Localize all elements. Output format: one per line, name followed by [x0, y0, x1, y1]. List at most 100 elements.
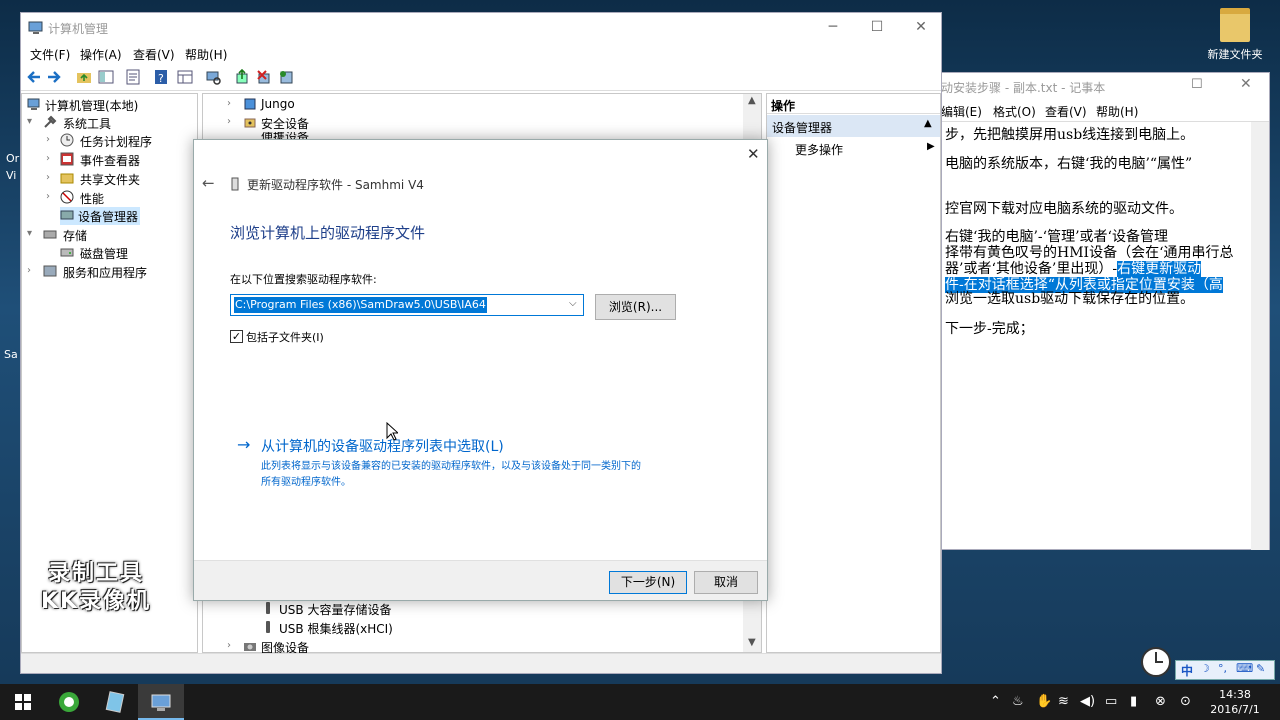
expand-icon[interactable]: › [46, 134, 50, 145]
forward-icon[interactable] [46, 69, 62, 85]
update-driver-icon[interactable] [234, 69, 250, 85]
notepad-scrollbar[interactable] [1251, 122, 1269, 550]
enable-device-icon[interactable] [278, 69, 294, 85]
device-category-jungo[interactable]: › Jungo [227, 96, 427, 114]
notepad-window[interactable]: 动安装步骤 - 副本.txt - 记事本 ☐ ✕ 编辑(E) 格式(O) 查看(… [940, 72, 1270, 550]
search-icon[interactable]: ⊙ [1180, 684, 1191, 720]
volume-icon[interactable]: ◀) [1080, 684, 1095, 720]
taskbar-app-computer-management[interactable] [138, 684, 184, 720]
actions-section-device-manager[interactable]: 设备管理器 ▲ [767, 115, 940, 137]
notepad-menu-format[interactable]: 格式(O) [993, 103, 1036, 120]
driver-path-value: C:\Program Files (x86)\SamDraw5.0\USB\IA… [234, 297, 487, 313]
clock-widget-icon[interactable] [1140, 646, 1172, 678]
menu-file[interactable]: 文件(F) [30, 46, 70, 63]
show-hide-tree-icon[interactable] [98, 69, 114, 85]
device-label: USB 根集线器(xHCI) [279, 622, 393, 636]
include-subfolders-checkbox[interactable]: ✓ [230, 330, 243, 343]
ime-toolbar[interactable]: 中 ☽ °, ⌨ ✎ [1175, 660, 1275, 680]
tree-label: 存储 [63, 229, 88, 243]
notepad-close-icon[interactable]: ✕ [1240, 76, 1252, 92]
ime-lang[interactable]: 中 [1181, 662, 1193, 679]
tree-item-services-apps[interactable]: › 服务和应用程序 [27, 263, 195, 281]
folder-icon [1220, 8, 1250, 42]
back-icon[interactable] [26, 69, 42, 85]
title-bar[interactable]: 计算机管理 ─ ☐ ✕ [21, 13, 941, 43]
scroll-down-icon[interactable]: ▼ [748, 637, 756, 648]
tray-app-icon[interactable]: ✋ [1036, 684, 1052, 720]
svg-text:?: ? [158, 72, 164, 85]
taskbar-clock[interactable]: 14:38 2016/7/1 [1200, 684, 1270, 720]
expand-icon[interactable]: › [227, 640, 231, 651]
tree-item-storage[interactable]: ▾ 存储 [27, 226, 195, 244]
browse-button[interactable]: 浏览(R)... [595, 294, 676, 320]
update-driver-dialog[interactable]: ✕ ← 更新驱动程序软件 - Samhmi V4 浏览计算机上的驱动程序文件 在… [193, 139, 768, 601]
properties-icon[interactable] [125, 69, 141, 85]
expand-icon[interactable]: › [46, 191, 50, 202]
notepad-maximize-icon[interactable]: ☐ [1191, 77, 1203, 92]
notepad-menu-edit[interactable]: 编辑(E) [941, 103, 982, 120]
tree-item-disk-management[interactable]: 磁盘管理 [60, 244, 190, 262]
notepad-menu-help[interactable]: 帮助(H) [1096, 103, 1138, 120]
taskbar-app-notepad[interactable] [92, 684, 138, 720]
collapse-icon[interactable]: ▲ [924, 118, 932, 129]
notepad-menu-view[interactable]: 查看(V) [1045, 103, 1087, 120]
menu-view[interactable]: 查看(V) [133, 46, 175, 63]
chevron-down-icon[interactable]: ⌵ [569, 298, 577, 309]
device-usb-mass-storage[interactable]: USB 大容量存储设备 [261, 600, 461, 618]
uninstall-device-icon[interactable] [256, 69, 272, 85]
keyboard-icon[interactable]: ⌨ [1236, 661, 1253, 675]
back-arrow-icon[interactable]: ← [202, 174, 215, 192]
expand-icon[interactable]: ▾ [27, 228, 32, 239]
scroll-up-icon[interactable]: ▲ [748, 95, 756, 106]
message-icon[interactable]: ▭ [1105, 684, 1117, 720]
menu-help[interactable]: 帮助(H) [185, 46, 227, 63]
tree-item-task-scheduler[interactable]: › 任务计划程序 [46, 132, 196, 150]
minimize-icon[interactable]: ─ [811, 13, 855, 41]
maximize-icon[interactable]: ☐ [855, 13, 899, 41]
tray-close-icon[interactable]: ⊗ [1155, 684, 1166, 720]
desktop-fragment: Vi [6, 169, 17, 182]
punctuation-icon[interactable]: °, [1218, 662, 1227, 675]
chevron-up-icon[interactable]: ⌃ [990, 684, 1001, 720]
tree-item-shared-folders[interactable]: › 共享文件夹 [46, 170, 196, 188]
desktop-icon-new-folder[interactable]: 新建文件夹 [1200, 8, 1270, 62]
expand-icon[interactable]: › [46, 153, 50, 164]
device-usb-root-hub[interactable]: USB 根集线器(xHCI) [261, 619, 461, 637]
expand-icon[interactable]: › [227, 116, 231, 127]
notepad-text-area[interactable]: 步，先把触摸屏用usb线连接到电脑上。 电脑的系统版本，右键‘我的电脑’“属性”… [941, 122, 1249, 550]
security-device-icon [244, 118, 256, 128]
taskbar-app-browser[interactable] [46, 684, 92, 720]
tree-item-event-viewer[interactable]: › 事件查看器 [46, 151, 196, 169]
expand-icon[interactable]: › [27, 265, 31, 276]
device-category-security[interactable]: › 安全设备 [227, 114, 427, 132]
scan-hardware-icon[interactable] [205, 69, 221, 85]
up-folder-icon[interactable] [76, 69, 92, 85]
wifi-icon[interactable]: ≋ [1058, 684, 1069, 720]
menu-action[interactable]: 操作(A) [80, 46, 122, 63]
tray-app-icon[interactable]: ♨ [1012, 684, 1024, 720]
expand-icon[interactable]: ▾ [27, 116, 32, 127]
tree-item-performance[interactable]: › 性能 [46, 189, 196, 207]
battery-icon[interactable]: ▮ [1130, 684, 1137, 720]
driver-path-combobox[interactable]: C:\Program Files (x86)\SamDraw5.0\USB\IA… [230, 294, 584, 316]
window-title: 计算机管理 [48, 22, 109, 36]
moon-icon[interactable]: ☽ [1200, 662, 1210, 675]
close-icon[interactable]: ✕ [899, 13, 943, 41]
desktop-fragment: Or [6, 152, 20, 165]
cancel-button[interactable]: 取消 [694, 571, 758, 594]
view-icon[interactable] [177, 69, 193, 85]
expand-icon[interactable]: › [46, 172, 50, 183]
tree-item-device-manager[interactable]: 设备管理器 [60, 207, 140, 225]
start-button[interactable] [0, 684, 46, 720]
settings-icon[interactable]: ✎ [1256, 662, 1265, 675]
action-center-icon[interactable] [1262, 688, 1278, 716]
expand-icon[interactable]: › [227, 98, 231, 109]
tree-item-computer-management[interactable]: 计算机管理(本地) [25, 96, 195, 114]
tree-item-system-tools[interactable]: ▾ 系统工具 [27, 114, 195, 132]
dialog-close-icon[interactable]: ✕ [747, 145, 760, 163]
help-icon[interactable]: ? [153, 69, 169, 85]
pick-from-list-link[interactable]: 从计算机的设备驱动程序列表中选取(L) [261, 436, 504, 456]
actions-more[interactable]: 更多操作 ▶ [767, 139, 940, 159]
next-button[interactable]: 下一步(N) [609, 571, 687, 594]
tree-label: 服务和应用程序 [63, 266, 148, 280]
